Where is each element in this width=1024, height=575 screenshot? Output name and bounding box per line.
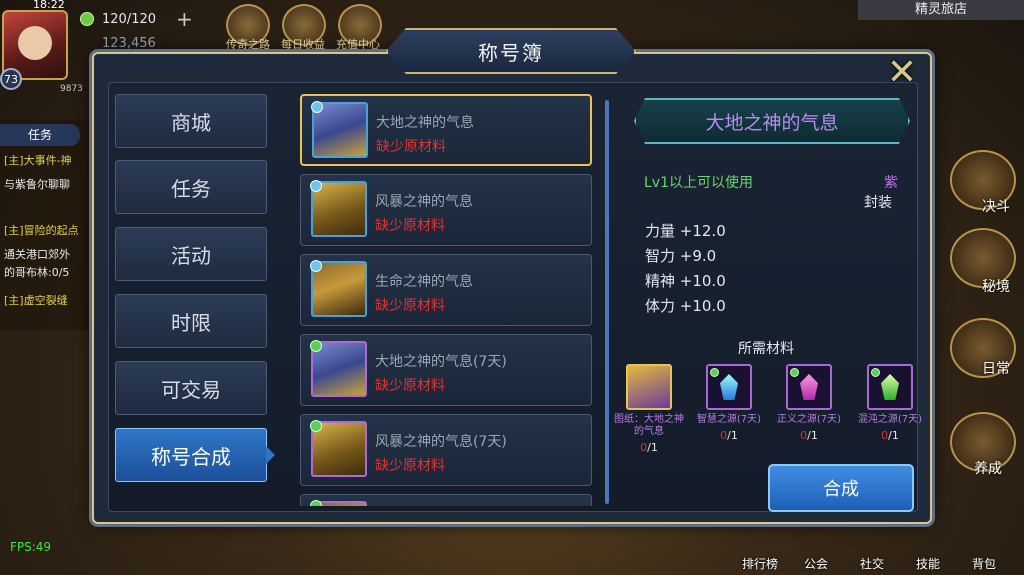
quest-line[interactable]: [主]虚空裂缝	[4, 292, 68, 308]
material-count: 0/1	[640, 441, 658, 454]
material-name: 智慧之源(7天)	[696, 414, 762, 425]
guild-button[interactable]: 公会	[804, 555, 828, 572]
list-item[interactable]: 大地之神的气息(7天) 缺少原材料	[300, 334, 592, 406]
item-name: 大地之神的气息	[376, 115, 474, 131]
detail-title: 大地之神的气息	[705, 111, 839, 134]
bind-type-label: 封装	[864, 195, 892, 211]
bag-button[interactable]: 背包	[972, 555, 996, 572]
gold-value: 123,456	[102, 36, 156, 51]
green-gem-icon	[867, 364, 913, 410]
cultivate-label: 养成	[974, 461, 1002, 477]
category-shop[interactable]: 商城	[115, 94, 267, 148]
item-status: 缺少原材料	[375, 378, 445, 394]
item-status: 缺少原材料	[376, 139, 446, 155]
ranking-button[interactable]: 排行榜	[742, 555, 778, 572]
material-slot[interactable]: 正义之源(7天) 0/1	[773, 364, 845, 442]
category-quest[interactable]: 任务	[115, 160, 267, 214]
item-name: 生命之神的气息	[375, 274, 473, 290]
quest-line[interactable]: 与紫鲁尔聊聊	[4, 176, 70, 192]
stamina-icon	[80, 12, 94, 26]
list-item-partial[interactable]	[300, 494, 592, 506]
item-status: 缺少原材料	[375, 218, 445, 234]
title-list[interactable]: 大地之神的气息 缺少原材料 风暴之神的气息 缺少原材料 生命之神的气息 缺少原材…	[298, 92, 598, 506]
quest-tab[interactable]: 任务	[0, 124, 80, 146]
pink-gem-icon	[786, 364, 832, 410]
quality-label: 紫	[884, 175, 898, 191]
earth-god-title-icon	[311, 101, 368, 158]
life-god-title-7d-icon	[310, 500, 367, 506]
category-tradable[interactable]: 可交易	[115, 361, 267, 415]
item-name: 风暴之神的气息(7天)	[375, 434, 507, 450]
material-slot[interactable]: 混沌之源(7天) 0/1	[854, 364, 926, 442]
active-category-arrow-icon	[266, 446, 275, 464]
materials-header: 所需材料	[738, 341, 794, 357]
stat-intelligence: 智力 +9.0	[645, 247, 717, 265]
dialog-title: 称号簿	[478, 40, 544, 65]
list-item[interactable]: 大地之神的气息 缺少原材料	[300, 94, 592, 166]
dialog-title-plate: 称号簿	[386, 28, 636, 74]
storm-god-title-icon	[310, 180, 367, 237]
skills-button[interactable]: 技能	[916, 555, 940, 572]
quest-line[interactable]: [主]冒险的起点	[4, 222, 79, 238]
category-limited[interactable]: 时限	[115, 294, 267, 348]
item-name: 大地之神的气息(7天)	[375, 354, 507, 370]
detail-title-plate: 大地之神的气息	[634, 98, 910, 144]
material-count: 0/1	[881, 429, 899, 442]
material-count: 0/1	[720, 429, 738, 442]
list-item[interactable]: 生命之神的气息 缺少原材料	[300, 254, 592, 326]
social-button[interactable]: 社交	[860, 555, 884, 572]
fps-counter: FPS:49	[10, 540, 52, 554]
material-name: 混沌之源(7天)	[857, 414, 923, 425]
blueprint-icon	[626, 364, 672, 410]
material-name: 正义之源(7天)	[776, 414, 842, 425]
blue-gem-icon	[706, 364, 752, 410]
close-x-icon[interactable]: ✕	[884, 55, 920, 92]
item-name: 风暴之神的气息	[375, 194, 473, 210]
material-slot[interactable]: 智慧之源(7天) 0/1	[693, 364, 765, 442]
stat-strength: 力量 +12.0	[645, 222, 726, 240]
item-status: 缺少原材料	[375, 458, 445, 474]
location-title: 精灵旅店	[858, 0, 1024, 20]
stamina-value: 120/120	[102, 12, 157, 27]
material-slot[interactable]: 图纸：大地之神的气息 0/1	[613, 364, 685, 454]
earth-god-title-7d-icon	[310, 340, 367, 397]
category-event[interactable]: 活动	[115, 227, 267, 281]
synthesize-button[interactable]: 合成	[768, 464, 914, 512]
top-icon-label-3: 充值中心	[336, 38, 380, 51]
duel-label: 决斗	[982, 199, 1010, 215]
required-level: Lv1以上可以使用	[644, 175, 753, 191]
quest-line[interactable]: 通关港口郊外	[4, 246, 70, 262]
player-level-badge: 73	[0, 68, 22, 90]
stat-spirit: 精神 +10.0	[645, 272, 726, 290]
stat-vitality: 体力 +10.0	[645, 297, 726, 315]
quest-line[interactable]: [主]大事件-神	[4, 152, 72, 168]
list-item[interactable]: 风暴之神的气息 缺少原材料	[300, 174, 592, 246]
list-item[interactable]: 风暴之神的气息(7天) 缺少原材料	[300, 414, 592, 486]
title-list-scrollbar[interactable]	[605, 100, 609, 504]
daily-label: 日常	[982, 361, 1010, 377]
add-stamina-button[interactable]: +	[176, 7, 193, 31]
material-name: 图纸：大地之神的气息	[614, 414, 684, 437]
exp-hint: 9873	[60, 84, 83, 94]
item-status: 缺少原材料	[375, 298, 445, 314]
storm-god-title-7d-icon	[310, 420, 367, 477]
life-god-title-icon	[310, 260, 367, 317]
quest-line[interactable]: 的哥布林:0/5	[4, 264, 69, 280]
material-count: 0/1	[800, 429, 818, 442]
category-title-synthesis[interactable]: 称号合成	[115, 428, 267, 482]
secret-realm-label: 秘境	[982, 279, 1010, 295]
